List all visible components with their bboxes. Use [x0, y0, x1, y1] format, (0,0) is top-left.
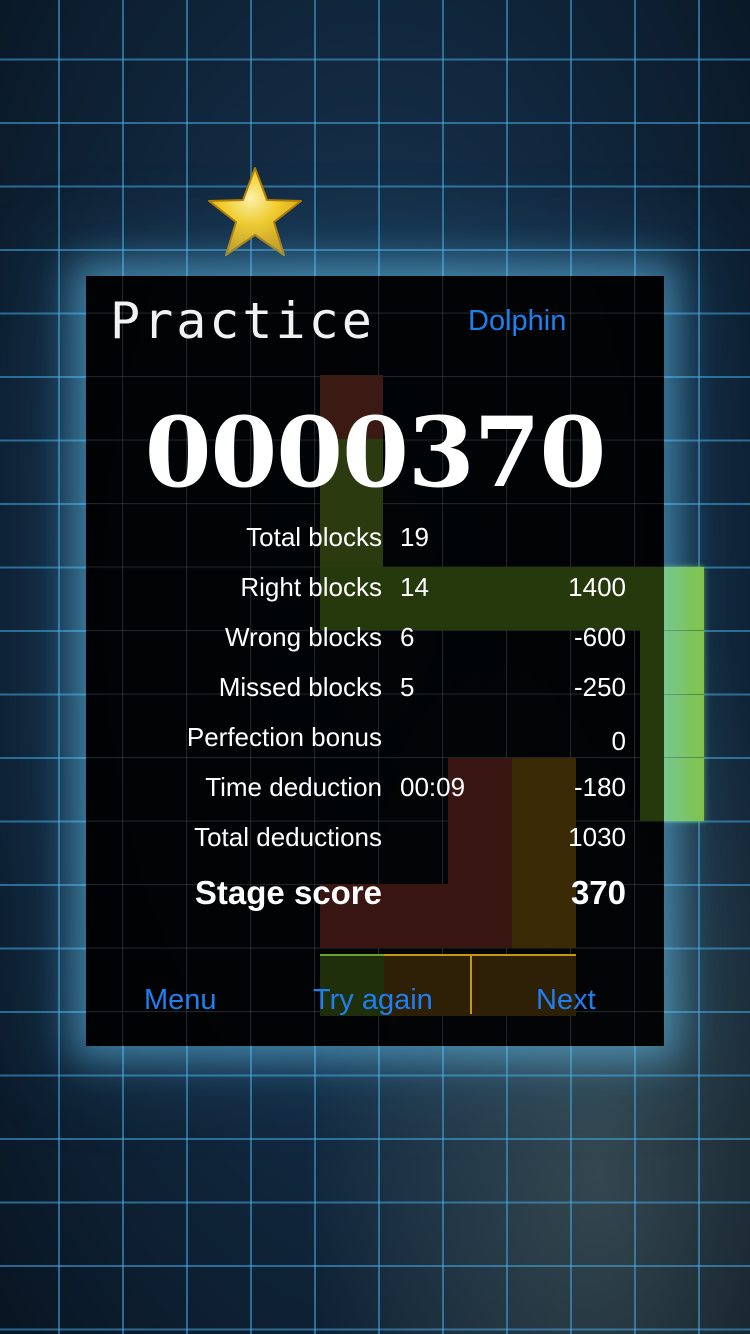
stage-score-points: 370 — [570, 874, 626, 911]
falling-block-column — [664, 567, 704, 821]
score-display: 0000370 — [144, 396, 607, 509]
try-again-button[interactable]: Try again — [313, 984, 433, 1017]
right-blocks-label: Right blocks — [240, 572, 382, 602]
time-deduction-row: Time deduction 00:09 -180 — [86, 772, 664, 812]
missed-blocks-label: Missed blocks — [218, 672, 382, 702]
perfection-bonus-label: Perfection bonus — [186, 722, 382, 752]
total-deductions-points: 1030 — [568, 822, 626, 852]
missed-blocks-row: Missed blocks 5 -250 — [86, 672, 664, 712]
bg-block-divider — [470, 954, 472, 1014]
total-blocks-label: Total blocks — [246, 522, 382, 552]
total-deductions-row: Total deductions 1030 — [86, 822, 664, 862]
right-blocks-count: 14 — [400, 572, 429, 602]
time-deduction-label: Time deduction — [205, 772, 382, 802]
time-deduction-points: -180 — [573, 772, 626, 802]
total-deductions-label: Total deductions — [194, 822, 382, 852]
stage-score-label: Stage score — [194, 874, 382, 911]
stage-score-row: Stage score 370 — [86, 874, 664, 914]
results-panel: Practice Dolphin 0000370 Total blocks 19… — [86, 276, 664, 1046]
missed-blocks-points: -250 — [573, 672, 626, 702]
missed-blocks-count: 5 — [400, 672, 415, 702]
mode-label: Dolphin — [468, 305, 567, 337]
menu-button[interactable]: Menu — [144, 984, 217, 1017]
right-blocks-row: Right blocks 14 1400 — [86, 572, 664, 612]
wrong-blocks-row: Wrong blocks 6 -600 — [86, 622, 664, 662]
total-blocks-row: Total blocks 19 — [86, 522, 664, 562]
next-button[interactable]: Next — [536, 984, 596, 1017]
wrong-blocks-label: Wrong blocks — [224, 622, 382, 652]
right-blocks-points: 1400 — [568, 572, 626, 602]
total-blocks-count: 19 — [400, 522, 429, 552]
perfection-bonus-row: Perfection bonus 0 — [86, 722, 664, 762]
star-icon — [208, 167, 302, 256]
page-title: Practice — [110, 292, 375, 350]
wrong-blocks-points: -600 — [573, 622, 626, 652]
perfection-bonus-points: 0 — [611, 726, 626, 756]
wrong-blocks-count: 6 — [400, 622, 415, 652]
time-deduction-time: 00:09 — [400, 772, 466, 802]
